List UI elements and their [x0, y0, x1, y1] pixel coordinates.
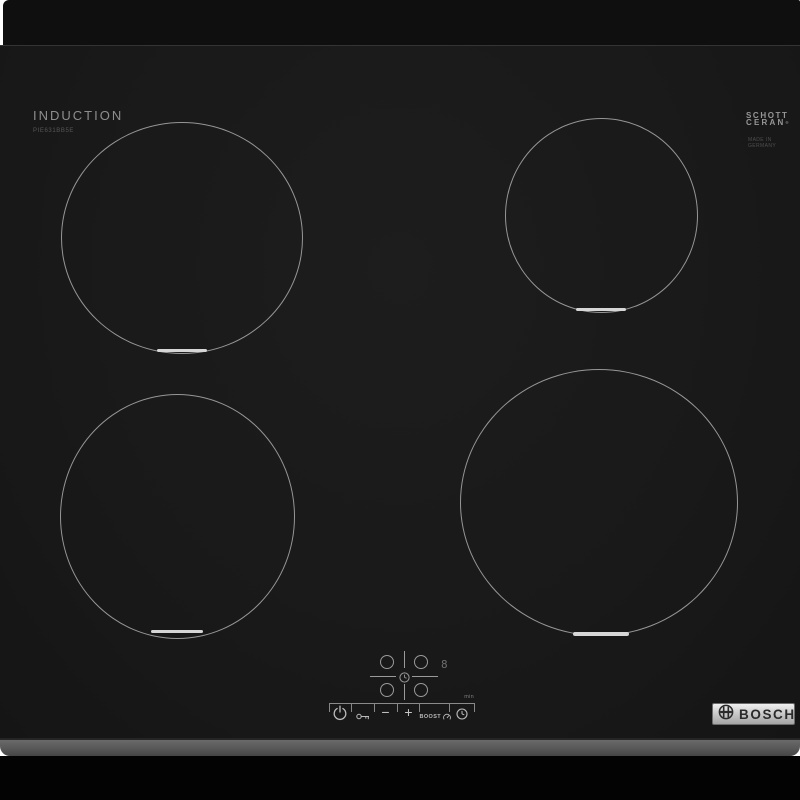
ceramic-glass-surface: INDUCTION PIE631BB5E SCHOTT CERAN® MADE … — [0, 45, 800, 739]
induction-print-label: INDUCTION — [33, 108, 124, 123]
hob-back-edge — [3, 0, 800, 45]
schott-ceran-logo: SCHOTT CERAN® — [746, 112, 791, 127]
front-shadow — [0, 756, 800, 800]
zone-marker-back-left — [157, 349, 207, 352]
cooking-zone-back-left — [61, 122, 303, 354]
registered-mark: ® — [785, 120, 791, 125]
front-metal-trim — [0, 738, 800, 756]
minutes-label: min — [464, 694, 474, 700]
bosch-logo-badge: BOSCH — [712, 703, 795, 725]
timer-display: 8 — [441, 658, 448, 671]
timer-button[interactable] — [456, 707, 468, 725]
zone-marker-front-left — [151, 630, 203, 633]
speedometer-icon — [442, 708, 451, 726]
increase-button[interactable]: + — [400, 704, 417, 720]
zone-marker-front-right — [573, 632, 629, 636]
control-separator — [397, 703, 398, 712]
bosch-symbol-icon — [718, 704, 734, 725]
selector-cross-line — [404, 651, 405, 668]
child-lock-button[interactable] — [356, 708, 370, 726]
clock-icon — [456, 707, 468, 724]
selector-cross-line — [370, 676, 396, 677]
key-icon — [356, 708, 370, 725]
induction-hob-product-image: INDUCTION PIE631BB5E SCHOTT CERAN® MADE … — [0, 0, 800, 800]
cooking-zone-back-right — [505, 118, 698, 313]
control-separator — [374, 703, 375, 712]
control-separator — [351, 703, 352, 712]
schott-logo-line2: CERAN® — [746, 118, 791, 127]
control-separator — [474, 703, 475, 712]
boost-button[interactable]: BOOST — [419, 708, 451, 726]
zone-select-front-right[interactable] — [414, 683, 428, 697]
power-standby-icon — [332, 705, 348, 725]
zone-select-back-right[interactable] — [414, 655, 428, 669]
schott-logo-subtext: MADE IN GERMANY — [748, 137, 777, 149]
selector-center-clock-icon — [399, 670, 410, 683]
model-number-label: PIE631BB5E — [33, 128, 75, 134]
cooking-zone-front-left — [60, 394, 295, 639]
control-separator — [329, 703, 330, 712]
control-separator — [419, 703, 420, 712]
zone-select-front-left[interactable] — [380, 683, 394, 697]
decrease-button[interactable]: − — [377, 704, 394, 720]
bosch-logo-text: BOSCH — [739, 706, 796, 722]
zone-select-back-left[interactable] — [380, 655, 394, 669]
selector-cross-line — [412, 676, 438, 677]
selector-cross-line — [404, 684, 405, 700]
zone-marker-back-right — [576, 308, 626, 311]
cooking-zone-front-right — [460, 369, 738, 636]
power-button[interactable] — [332, 705, 348, 726]
boost-label: BOOST — [419, 714, 442, 720]
